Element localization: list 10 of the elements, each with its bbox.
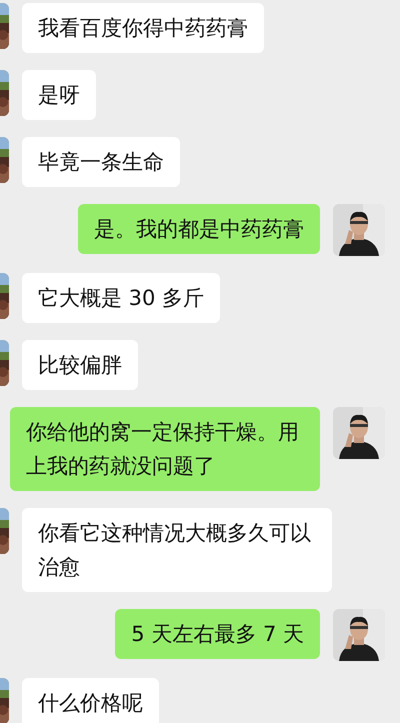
sent-message: 你给他的窝一定保持干燥。用上我的药就没问题了 (10, 407, 320, 491)
received-message: 我看百度你得中药药膏 (22, 3, 264, 53)
received-message: 毕竟一条生命 (22, 137, 180, 187)
sent-message: 是。我的都是中药药膏 (78, 204, 320, 254)
received-message: 它大概是 30 多斤 (22, 273, 220, 323)
received-message: 你看它这种情况大概多久可以治愈 (22, 508, 332, 592)
sent-message: 5 天左右最多 7 天 (115, 609, 320, 659)
received-message: 是呀 (22, 70, 96, 120)
received-message: 比较偏胖 (22, 340, 138, 390)
received-message: 什么价格呢 (22, 678, 159, 723)
